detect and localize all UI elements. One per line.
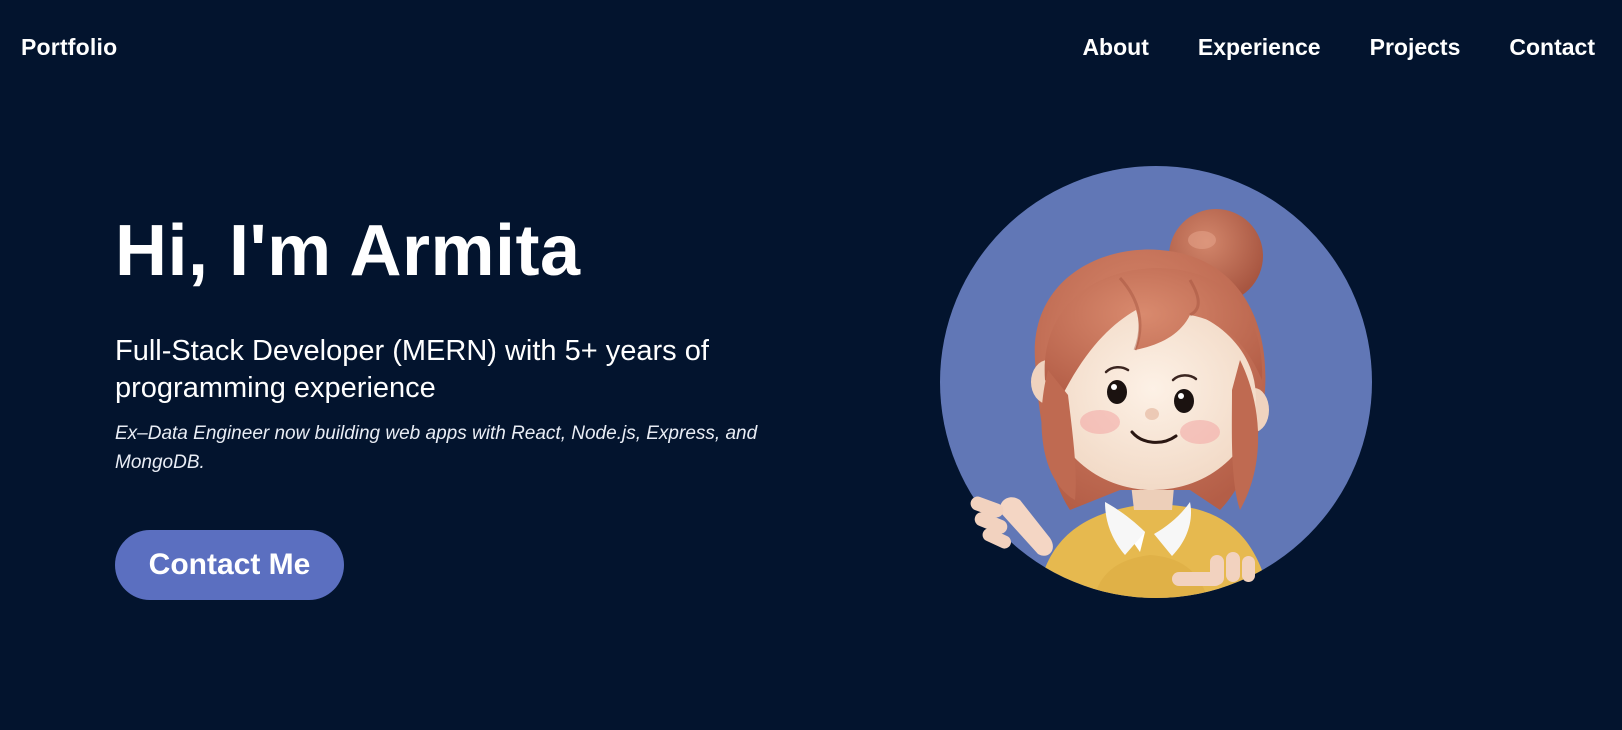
hero-headline: Hi, I'm Armita xyxy=(115,211,581,291)
avatar-left-eye xyxy=(1107,380,1127,404)
nav-link-about[interactable]: About xyxy=(1082,34,1148,61)
brand-logo-link[interactable]: Portfolio xyxy=(21,34,117,61)
hero-subheadline: Full-Stack Developer (MERN) with 5+ year… xyxy=(115,334,709,405)
nav-link-projects[interactable]: Projects xyxy=(1370,34,1461,61)
navbar: Portfolio About Experience Projects Cont… xyxy=(0,0,1622,100)
avatar-illustration xyxy=(940,160,1400,630)
avatar-icon xyxy=(940,166,1372,598)
nav-link-contact[interactable]: Contact xyxy=(1509,34,1595,61)
hero-tagline: Ex–Data Engineer now building web apps w… xyxy=(115,423,758,473)
nav-links: About Experience Projects Contact xyxy=(1082,34,1595,61)
hero-text: Hi, I'm Armita Full-Stack Developer (MER… xyxy=(115,210,795,477)
avatar-right-eye xyxy=(1174,389,1194,413)
nav-link-experience[interactable]: Experience xyxy=(1198,34,1321,61)
contact-me-button[interactable]: Contact Me xyxy=(115,530,344,600)
